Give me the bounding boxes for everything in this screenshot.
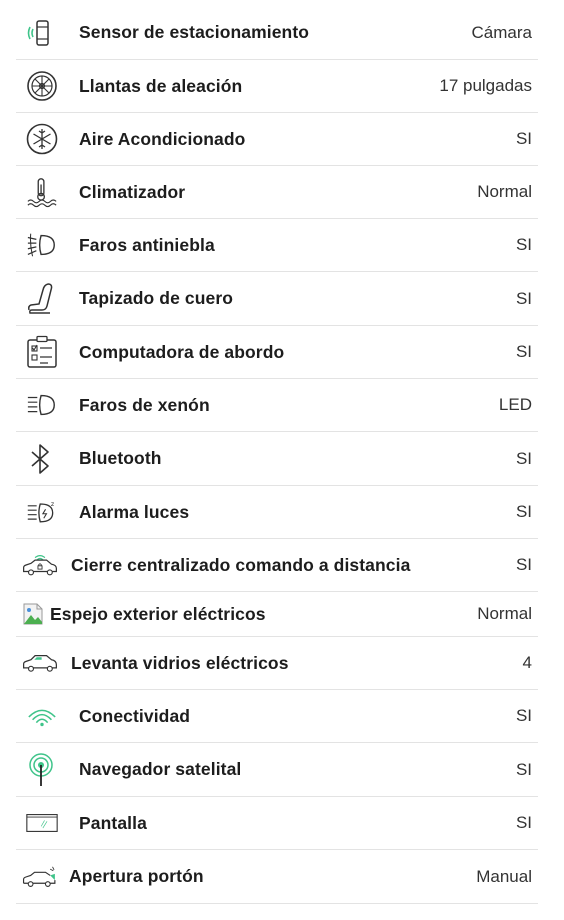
feature-label: Navegador satelital <box>79 759 242 779</box>
feature-row: Faros antiniebla SI <box>16 219 538 272</box>
svg-text:z: z <box>51 501 54 508</box>
feature-row: Pantalla SI <box>16 797 538 850</box>
feature-row: Climatizador Normal <box>16 166 538 219</box>
snowflake-icon <box>16 123 58 155</box>
feature-label: Faros de xenón <box>79 394 210 415</box>
feature-row: Llantas de aleación 17 pulgadas <box>16 60 538 113</box>
feature-value: SI <box>515 813 532 832</box>
feature-row: Tapizado de cuero SI <box>16 272 538 326</box>
feature-row: Computadora de abordo SI <box>16 326 538 379</box>
broken-image-icon <box>16 602 44 626</box>
feature-row: Espejo exterior eléctricos Normal <box>16 592 538 637</box>
feature-label: Aire Acondicionado <box>79 128 246 149</box>
parking-sensor-icon <box>16 18 58 48</box>
feature-label: Tapizado de cuero <box>79 288 234 308</box>
feature-value: Cámara <box>471 22 532 42</box>
feature-label: Llantas de aleación <box>79 75 243 96</box>
seat-icon <box>16 282 58 316</box>
car-window-icon <box>16 650 58 676</box>
feature-label: Cierre centralizado comando a distancia <box>71 554 411 575</box>
feature-value: Normal <box>477 604 532 623</box>
feature-row: Aire Acondicionado SI <box>16 113 538 166</box>
remote-lock-car-icon <box>16 550 58 580</box>
feature-value: 17 pulgadas <box>439 76 532 95</box>
feature-row: Navegador satelital SI <box>16 743 538 797</box>
feature-value: SI <box>515 502 532 521</box>
feature-value: SI <box>515 555 532 574</box>
feature-row: Sensor de estacionamiento Cámara <box>16 6 538 60</box>
feature-row: Apertura portón Manual <box>16 850 538 904</box>
feature-label: Conectividad <box>79 705 191 726</box>
gps-antenna-icon <box>16 752 58 788</box>
light-alarm-icon: z <box>16 498 58 526</box>
wifi-signal-icon <box>16 703 58 729</box>
feature-row: Bluetooth SI <box>16 432 538 486</box>
feature-label: Bluetooth <box>79 448 162 468</box>
feature-value: SI <box>515 759 532 779</box>
feature-label: Computadora de abordo <box>79 341 285 362</box>
screen-icon <box>16 811 58 835</box>
feature-label: Levanta vidrios eléctricos <box>71 652 289 673</box>
feature-label: Alarma luces <box>79 501 190 522</box>
feature-value: SI <box>515 448 532 468</box>
fog-light-icon <box>16 231 58 259</box>
feature-label: Climatizador <box>79 181 186 202</box>
feature-label: Espejo exterior eléctricos <box>50 603 266 624</box>
feature-row: Cierre centralizado comando a distancia … <box>16 539 538 592</box>
feature-value: 4 <box>522 653 532 672</box>
feature-value: Manual <box>476 866 532 886</box>
feature-label: Pantalla <box>79 812 147 833</box>
alloy-wheel-icon <box>16 70 58 102</box>
headlight-icon <box>16 392 58 418</box>
bluetooth-icon <box>16 442 58 476</box>
feature-value: SI <box>515 288 532 308</box>
feature-row: Faros de xenón LED <box>16 379 538 432</box>
feature-label: Sensor de estacionamiento <box>79 22 310 42</box>
car-trunk-icon <box>16 862 58 892</box>
feature-value: SI <box>515 235 532 254</box>
feature-row: z Alarma luces SI <box>16 486 538 539</box>
feature-row: Conectividad SI <box>16 690 538 743</box>
feature-value: SI <box>515 342 532 361</box>
feature-value: LED <box>498 395 532 414</box>
feature-value: SI <box>515 706 532 725</box>
feature-label: Apertura portón <box>69 866 204 886</box>
feature-value: Normal <box>477 182 532 201</box>
feature-label: Faros antiniebla <box>79 234 215 255</box>
feature-value: SI <box>515 129 532 148</box>
checklist-icon <box>16 335 58 369</box>
thermometer-icon <box>16 176 58 208</box>
feature-row: Levanta vidrios eléctricos 4 <box>16 637 538 690</box>
